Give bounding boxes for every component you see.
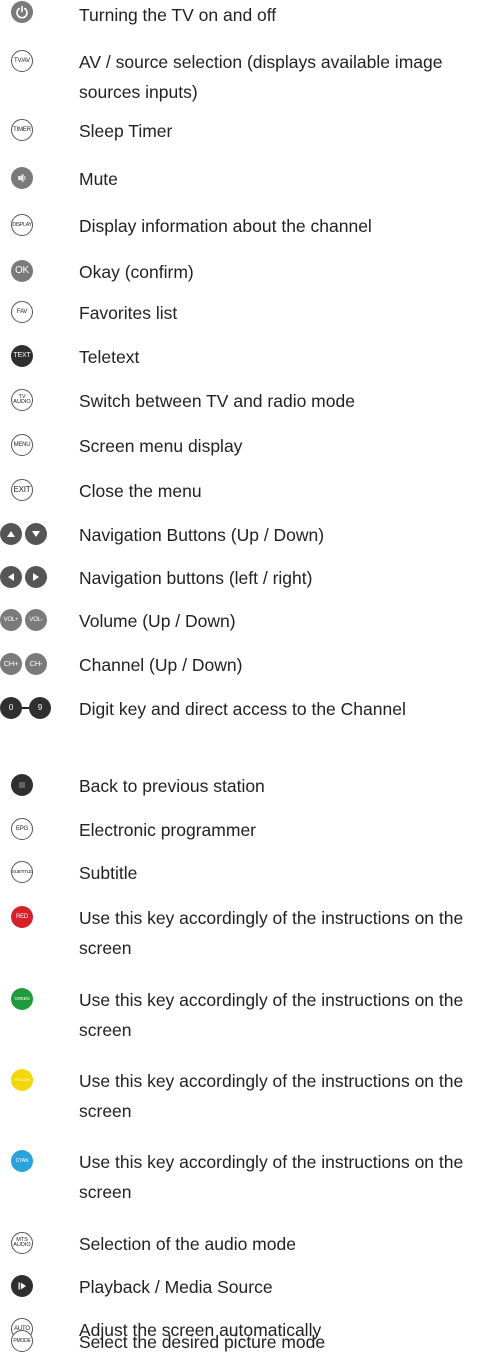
item-description: Use this key accordingly of the instruct… (79, 1152, 464, 1202)
right-arrow-icon (25, 566, 47, 588)
remote-legend-list: Turning the TV on and off TV/AV AV / sou… (0, 0, 477, 1357)
left-arrow-icon (0, 566, 22, 588)
display-icon: DISPLAY (11, 214, 33, 236)
item-description: Mute (79, 169, 118, 189)
item-description: Navigation Buttons (Up / Down) (79, 525, 325, 545)
mts-audio-icon: MTS AUDIO (11, 1232, 33, 1254)
item-description: Navigation buttons (left / right) (79, 568, 313, 588)
epg-icon: EPG (11, 818, 33, 840)
play-icon (11, 1275, 33, 1297)
item-description: AV / source selection (displays availabl… (79, 52, 443, 102)
digit-9-icon: 9 (29, 697, 51, 719)
item-description: Volume (Up / Down) (79, 611, 236, 631)
green-icon: GREEN (11, 988, 33, 1010)
up-arrow-icon (0, 523, 22, 545)
item-description: Favorites list (79, 303, 178, 323)
ch-down-icon: CH- (25, 653, 47, 675)
item-description: Channel (Up / Down) (79, 655, 243, 675)
back-icon (11, 774, 33, 796)
item-description: Okay (confirm) (79, 262, 194, 282)
yellow-icon: YELLOW (11, 1069, 33, 1091)
tv-audio-icon: TV AUDIO (11, 389, 33, 411)
item-description: Select the desired picture mode (79, 1332, 326, 1352)
item-description: Turning the TV on and off (79, 5, 277, 25)
range-dash (22, 707, 29, 709)
item-description: Screen menu display (79, 436, 243, 456)
item-description: Use this key accordingly of the instruct… (79, 990, 464, 1040)
cyan-icon: CYAN (11, 1150, 33, 1172)
subtitle-icon: SUBTITLE (11, 861, 33, 883)
fav-icon: FAV (11, 301, 33, 323)
power-icon (11, 1, 33, 23)
item-description: Playback / Media Source (79, 1277, 273, 1297)
vol-down-icon: VOL- (25, 609, 47, 631)
mute-icon (11, 167, 33, 189)
item-description: Teletext (79, 347, 140, 367)
red-icon: RED (11, 906, 33, 928)
pmode-icon: PMODE (11, 1330, 33, 1352)
item-description: Close the menu (79, 481, 202, 501)
down-arrow-icon (25, 523, 47, 545)
ch-up-icon: CH+ (0, 653, 22, 675)
item-description: Use this key accordingly of the instruct… (79, 908, 464, 958)
ok-icon: OK (11, 260, 33, 282)
menu-icon: MENU (11, 434, 33, 456)
tv-av-icon: TV/AV (11, 50, 33, 72)
item-description: Back to previous station (79, 776, 265, 796)
item-description: Sleep Timer (79, 121, 173, 141)
digit-0-icon: 0 (0, 697, 22, 719)
item-description: Subtitle (79, 863, 138, 883)
item-description: Use this key accordingly of the instruct… (79, 1071, 464, 1121)
item-description: Selection of the audio mode (79, 1234, 296, 1254)
item-description: Display information about the channel (79, 216, 372, 236)
text-icon: TEXT (11, 345, 33, 367)
item-description: Switch between TV and radio mode (79, 391, 355, 411)
exit-icon: EXIT (11, 479, 33, 501)
item-description: Digit key and direct access to the Chann… (79, 699, 406, 719)
timer-icon: TIMER (11, 119, 33, 141)
vol-up-icon: VOL+ (0, 609, 22, 631)
item-description: Electronic programmer (79, 820, 256, 840)
